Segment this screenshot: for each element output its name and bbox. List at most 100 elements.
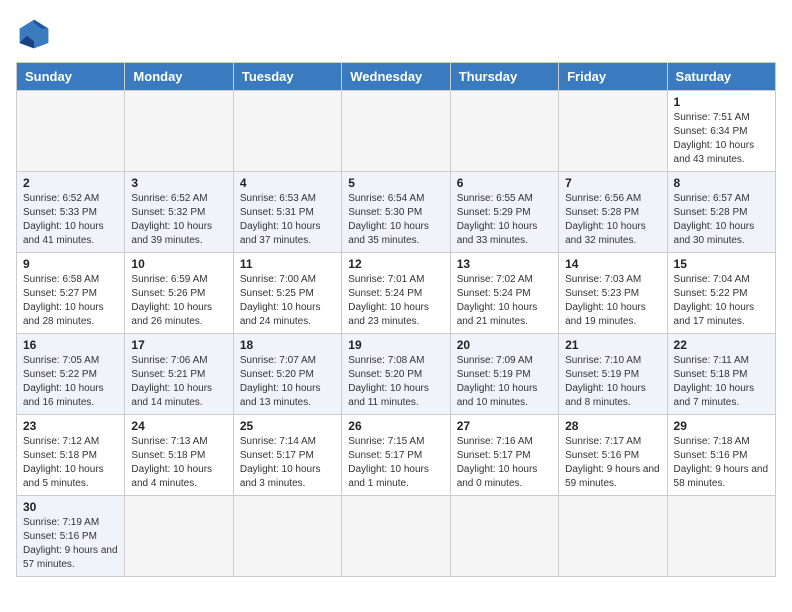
- header-day: Sunday: [17, 63, 125, 91]
- day-number: 23: [23, 419, 118, 433]
- day-info: Sunrise: 6:58 AM Sunset: 5:27 PM Dayligh…: [23, 273, 118, 329]
- day-info: Sunrise: 7:18 AM Sunset: 5:16 PM Dayligh…: [674, 435, 769, 491]
- day-number: 24: [131, 419, 226, 433]
- calendar-cell: 22Sunrise: 7:11 AM Sunset: 5:18 PM Dayli…: [667, 334, 775, 415]
- calendar-cell: 5 Sunrise: 6:54 AM Sunset: 5:30 PM Daylig…: [342, 172, 450, 253]
- header-day: Wednesday: [342, 63, 450, 91]
- day-info: Sunrise: 6:55 AM Sunset: 5:29 PM Dayligh…: [457, 192, 552, 248]
- day-number: 28: [565, 419, 660, 433]
- calendar-cell: 14 Sunrise: 7:03 AM Sunset: 5:23 PM Dayli…: [559, 253, 667, 334]
- day-info: Sunrise: 7:00 AM Sunset: 5:25 PM Dayligh…: [240, 273, 335, 329]
- day-number: 6: [457, 176, 552, 190]
- day-number: 12: [348, 257, 443, 271]
- calendar-week-row: 2 Sunrise: 6:52 AM Sunset: 5:33 PM Daylig…: [17, 172, 776, 253]
- calendar-cell: 27 Sunrise: 7:16 AM Sunset: 5:17 PM Dayli…: [450, 415, 558, 496]
- header-day: Monday: [125, 63, 233, 91]
- calendar-cell: 25Sunrise: 7:14 AM Sunset: 5:17 PM Dayli…: [233, 415, 341, 496]
- calendar-cell: 3 Sunrise: 6:52 AM Sunset: 5:32 PM Daylig…: [125, 172, 233, 253]
- day-info: Sunrise: 6:57 AM Sunset: 5:28 PM Dayligh…: [674, 192, 769, 248]
- calendar-cell: 8 Sunrise: 6:57 AM Sunset: 5:28 PM Daylig…: [667, 172, 775, 253]
- day-number: 7: [565, 176, 660, 190]
- day-number: 18: [240, 338, 335, 352]
- logo: [16, 16, 56, 52]
- day-number: 26: [348, 419, 443, 433]
- calendar-cell: 24Sunrise: 7:13 AM Sunset: 5:18 PM Dayli…: [125, 415, 233, 496]
- calendar-body: 1 Sunrise: 7:51 AM Sunset: 6:34 PM Daylig…: [17, 91, 776, 577]
- day-number: 4: [240, 176, 335, 190]
- calendar-cell: 10 Sunrise: 6:59 AM Sunset: 5:26 PM Dayli…: [125, 253, 233, 334]
- header-day: Tuesday: [233, 63, 341, 91]
- day-number: 5: [348, 176, 443, 190]
- calendar-cell: 17 Sunrise: 7:06 AM Sunset: 5:21 PM Dayli…: [125, 334, 233, 415]
- calendar-cell: 15 Sunrise: 7:04 AM Sunset: 5:22 PM Dayli…: [667, 253, 775, 334]
- day-number: 27: [457, 419, 552, 433]
- day-info: Sunrise: 7:16 AM Sunset: 5:17 PM Dayligh…: [457, 435, 552, 491]
- day-info: Sunrise: 6:54 AM Sunset: 5:30 PM Dayligh…: [348, 192, 443, 248]
- logo-icon: [16, 16, 52, 52]
- day-info: Sunrise: 7:19 AM Sunset: 5:16 PM Dayligh…: [23, 516, 118, 572]
- day-number: 11: [240, 257, 335, 271]
- calendar-cell: [667, 496, 775, 577]
- calendar-header: SundayMondayTuesdayWednesdayThursdayFrid…: [17, 63, 776, 91]
- day-number: 3: [131, 176, 226, 190]
- day-number: 25: [240, 419, 335, 433]
- day-number: 14: [565, 257, 660, 271]
- calendar-cell: 16 Sunrise: 7:05 AM Sunset: 5:22 PM Dayli…: [17, 334, 125, 415]
- page-header: [16, 16, 776, 52]
- header-day: Saturday: [667, 63, 775, 91]
- calendar-cell: 13Sunrise: 7:02 AM Sunset: 5:24 PM Dayli…: [450, 253, 558, 334]
- calendar-cell: [233, 496, 341, 577]
- day-number: 8: [674, 176, 769, 190]
- day-info: Sunrise: 6:59 AM Sunset: 5:26 PM Dayligh…: [131, 273, 226, 329]
- calendar-cell: 12 Sunrise: 7:01 AM Sunset: 5:24 PM Dayli…: [342, 253, 450, 334]
- header-day: Thursday: [450, 63, 558, 91]
- day-info: Sunrise: 6:52 AM Sunset: 5:33 PM Dayligh…: [23, 192, 118, 248]
- calendar-cell: [559, 496, 667, 577]
- calendar-cell: 2 Sunrise: 6:52 AM Sunset: 5:33 PM Daylig…: [17, 172, 125, 253]
- day-number: 22: [674, 338, 769, 352]
- calendar-cell: 20 Sunrise: 7:09 AM Sunset: 5:19 PM Dayli…: [450, 334, 558, 415]
- calendar-cell: 19 Sunrise: 7:08 AM Sunset: 5:20 PM Dayli…: [342, 334, 450, 415]
- day-info: Sunrise: 7:05 AM Sunset: 5:22 PM Dayligh…: [23, 354, 118, 410]
- calendar-cell: [450, 496, 558, 577]
- calendar-cell: [17, 91, 125, 172]
- day-info: Sunrise: 7:06 AM Sunset: 5:21 PM Dayligh…: [131, 354, 226, 410]
- day-number: 19: [348, 338, 443, 352]
- day-info: Sunrise: 7:17 AM Sunset: 5:16 PM Dayligh…: [565, 435, 660, 491]
- day-info: Sunrise: 7:08 AM Sunset: 5:20 PM Dayligh…: [348, 354, 443, 410]
- calendar-cell: 28 Sunrise: 7:17 AM Sunset: 5:16 PM Dayli…: [559, 415, 667, 496]
- calendar-cell: 21Sunrise: 7:10 AM Sunset: 5:19 PM Dayli…: [559, 334, 667, 415]
- day-info: Sunrise: 6:53 AM Sunset: 5:31 PM Dayligh…: [240, 192, 335, 248]
- day-number: 30: [23, 500, 118, 514]
- header-day: Friday: [559, 63, 667, 91]
- day-number: 17: [131, 338, 226, 352]
- day-number: 15: [674, 257, 769, 271]
- day-info: Sunrise: 6:52 AM Sunset: 5:32 PM Dayligh…: [131, 192, 226, 248]
- calendar-cell: 6 Sunrise: 6:55 AM Sunset: 5:29 PM Daylig…: [450, 172, 558, 253]
- calendar-table: SundayMondayTuesdayWednesdayThursdayFrid…: [16, 62, 776, 577]
- calendar-cell: [125, 496, 233, 577]
- day-info: Sunrise: 7:12 AM Sunset: 5:18 PM Dayligh…: [23, 435, 118, 491]
- day-info: Sunrise: 7:09 AM Sunset: 5:19 PM Dayligh…: [457, 354, 552, 410]
- day-number: 29: [674, 419, 769, 433]
- calendar-week-row: 9Sunrise: 6:58 AM Sunset: 5:27 PM Daylig…: [17, 253, 776, 334]
- day-number: 10: [131, 257, 226, 271]
- calendar-cell: 30 Sunrise: 7:19 AM Sunset: 5:16 PM Dayli…: [17, 496, 125, 577]
- day-info: Sunrise: 7:03 AM Sunset: 5:23 PM Dayligh…: [565, 273, 660, 329]
- day-number: 20: [457, 338, 552, 352]
- day-number: 2: [23, 176, 118, 190]
- day-info: Sunrise: 7:07 AM Sunset: 5:20 PM Dayligh…: [240, 354, 335, 410]
- calendar-cell: 23 Sunrise: 7:12 AM Sunset: 5:18 PM Dayli…: [17, 415, 125, 496]
- day-info: Sunrise: 7:01 AM Sunset: 5:24 PM Dayligh…: [348, 273, 443, 329]
- calendar-cell: 26Sunrise: 7:15 AM Sunset: 5:17 PM Dayli…: [342, 415, 450, 496]
- day-info: Sunrise: 7:04 AM Sunset: 5:22 PM Dayligh…: [674, 273, 769, 329]
- calendar-cell: 1 Sunrise: 7:51 AM Sunset: 6:34 PM Daylig…: [667, 91, 775, 172]
- day-info: Sunrise: 7:10 AM Sunset: 5:19 PM Dayligh…: [565, 354, 660, 410]
- calendar-cell: 9Sunrise: 6:58 AM Sunset: 5:27 PM Daylig…: [17, 253, 125, 334]
- day-number: 1: [674, 95, 769, 109]
- day-info: Sunrise: 7:51 AM Sunset: 6:34 PM Dayligh…: [674, 111, 769, 167]
- calendar-week-row: 1 Sunrise: 7:51 AM Sunset: 6:34 PM Daylig…: [17, 91, 776, 172]
- calendar-cell: [342, 91, 450, 172]
- day-number: 16: [23, 338, 118, 352]
- calendar-cell: [559, 91, 667, 172]
